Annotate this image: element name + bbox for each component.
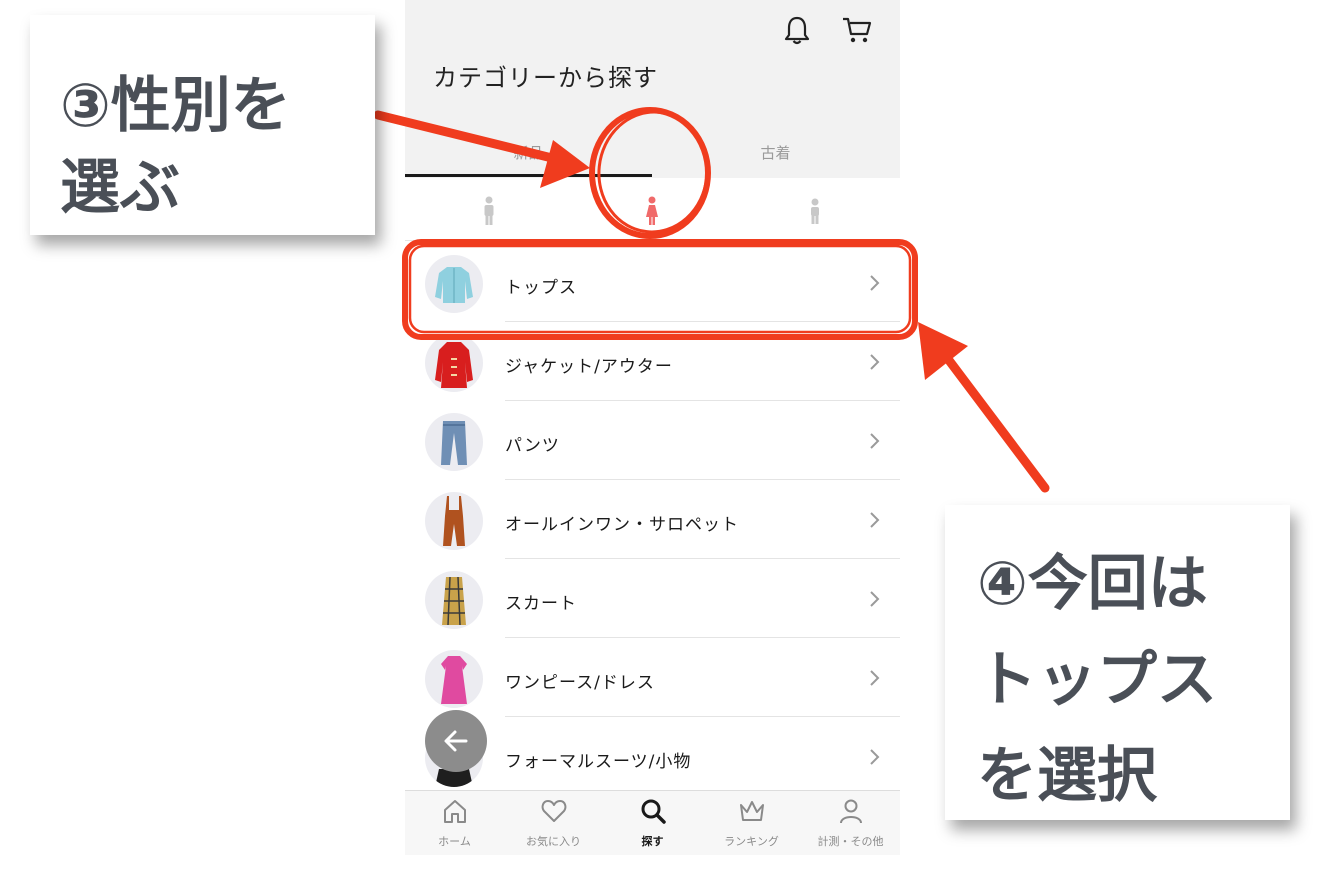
- crown-icon: [740, 801, 764, 821]
- category-row-tops[interactable]: トップス: [405, 243, 900, 322]
- arrow-left-icon: [444, 730, 468, 752]
- cardigan-icon: [425, 255, 483, 313]
- category-label: オールインワン・サロペット: [505, 515, 739, 535]
- dress-icon: [425, 650, 483, 708]
- heart-icon: [541, 800, 567, 822]
- nav-favorites[interactable]: お気に入り: [504, 791, 603, 855]
- tab-used[interactable]: 古着: [652, 142, 899, 163]
- chevron-right-icon: [870, 275, 880, 291]
- category-label: トップス: [505, 278, 577, 298]
- category-row-jacket[interactable]: ジャケット/アウター: [405, 322, 900, 401]
- nav-search[interactable]: 探す: [603, 791, 702, 855]
- chevron-right-icon: [870, 749, 880, 765]
- gender-kids-icon[interactable]: [808, 196, 822, 226]
- home-icon: [444, 800, 466, 823]
- cart-icon[interactable]: [841, 14, 873, 46]
- gender-women-icon[interactable]: [645, 196, 659, 226]
- category-row-overalls[interactable]: オールインワン・サロペット: [405, 480, 900, 559]
- category-label: ジャケット/アウター: [505, 357, 673, 377]
- bottom-nav: ホーム お気に入り 探す ランキング 計測・その他: [405, 790, 900, 855]
- chevron-right-icon: [870, 354, 880, 370]
- page-title: カテゴリーから探す: [433, 64, 658, 92]
- tab-new[interactable]: 新品: [405, 142, 652, 163]
- overalls-icon: [425, 492, 483, 550]
- callout-step4-line1: ④今回は: [977, 549, 1208, 619]
- bell-icon[interactable]: [781, 14, 813, 46]
- nav-measure-other[interactable]: 計測・その他: [801, 791, 900, 855]
- chevron-right-icon: [870, 433, 880, 449]
- jeans-icon: [425, 413, 483, 471]
- chevron-right-icon: [870, 512, 880, 528]
- app-header: カテゴリーから探す 新品 古着: [405, 0, 900, 178]
- active-tab-indicator: [405, 174, 652, 177]
- back-button[interactable]: [425, 710, 487, 772]
- coat-icon: [425, 334, 483, 392]
- category-row-pants[interactable]: パンツ: [405, 401, 900, 480]
- chevron-right-icon: [870, 591, 880, 607]
- nav-ranking[interactable]: ランキング: [702, 791, 801, 855]
- callout-step4: ④今回は トップス を選択: [945, 505, 1290, 820]
- callout-step4-line3: を選択: [977, 741, 1157, 811]
- arrow-to-tops: [940, 350, 1050, 493]
- category-label: スカート: [505, 594, 577, 614]
- category-row-dress[interactable]: ワンピース/ドレス: [405, 638, 900, 717]
- category-label: フォーマルスーツ/小物: [505, 752, 692, 772]
- category-label: パンツ: [505, 436, 560, 456]
- callout-step3: ③性別を 選ぶ: [30, 15, 375, 235]
- category-label: ワンピース/ドレス: [505, 673, 655, 693]
- nav-home[interactable]: ホーム: [405, 791, 504, 855]
- user-icon: [840, 799, 862, 824]
- skirt-icon: [425, 571, 483, 629]
- phone-screen: カテゴリーから探す 新品 古着 トップス ジャケット/アウター パンツ オールイ…: [405, 0, 900, 855]
- category-divider: [405, 240, 900, 241]
- chevron-right-icon: [870, 670, 880, 686]
- gender-men-icon[interactable]: [482, 196, 496, 226]
- callout-step4-line2: トップス: [977, 645, 1217, 715]
- category-row-skirt[interactable]: スカート: [405, 559, 900, 638]
- search-icon: [641, 799, 666, 824]
- callout-step3-line2: 選ぶ: [60, 153, 180, 223]
- callout-step3-line1: ③性別を: [60, 71, 291, 141]
